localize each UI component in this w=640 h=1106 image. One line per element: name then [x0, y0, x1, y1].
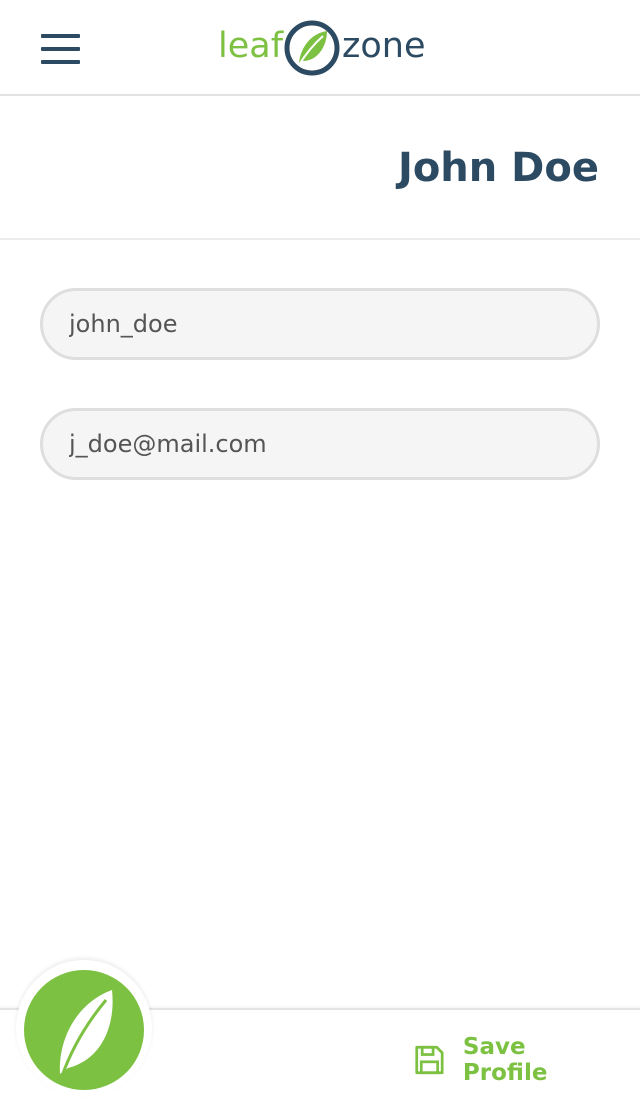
- app-header: leaf zone: [0, 0, 640, 96]
- logo-zone-text: zone: [342, 26, 426, 66]
- page-title: John Doe: [397, 145, 599, 191]
- floppy-disk-icon: [415, 1045, 444, 1075]
- leaf-fab-button[interactable]: [24, 970, 144, 1090]
- email-field[interactable]: [40, 408, 600, 480]
- logo-leaf-ring-icon: [284, 20, 340, 76]
- save-profile-button[interactable]: Save Profile: [414, 1034, 604, 1086]
- hamburger-menu-icon[interactable]: [41, 34, 80, 64]
- username-field[interactable]: [40, 288, 600, 360]
- logo-leaf-text: leaf: [218, 26, 284, 66]
- profile-title-bar: John Doe: [0, 96, 640, 240]
- leafzone-logo[interactable]: leaf zone: [218, 18, 426, 78]
- save-profile-label: Save Profile: [462, 1034, 548, 1086]
- leaf-icon: [59, 990, 113, 1077]
